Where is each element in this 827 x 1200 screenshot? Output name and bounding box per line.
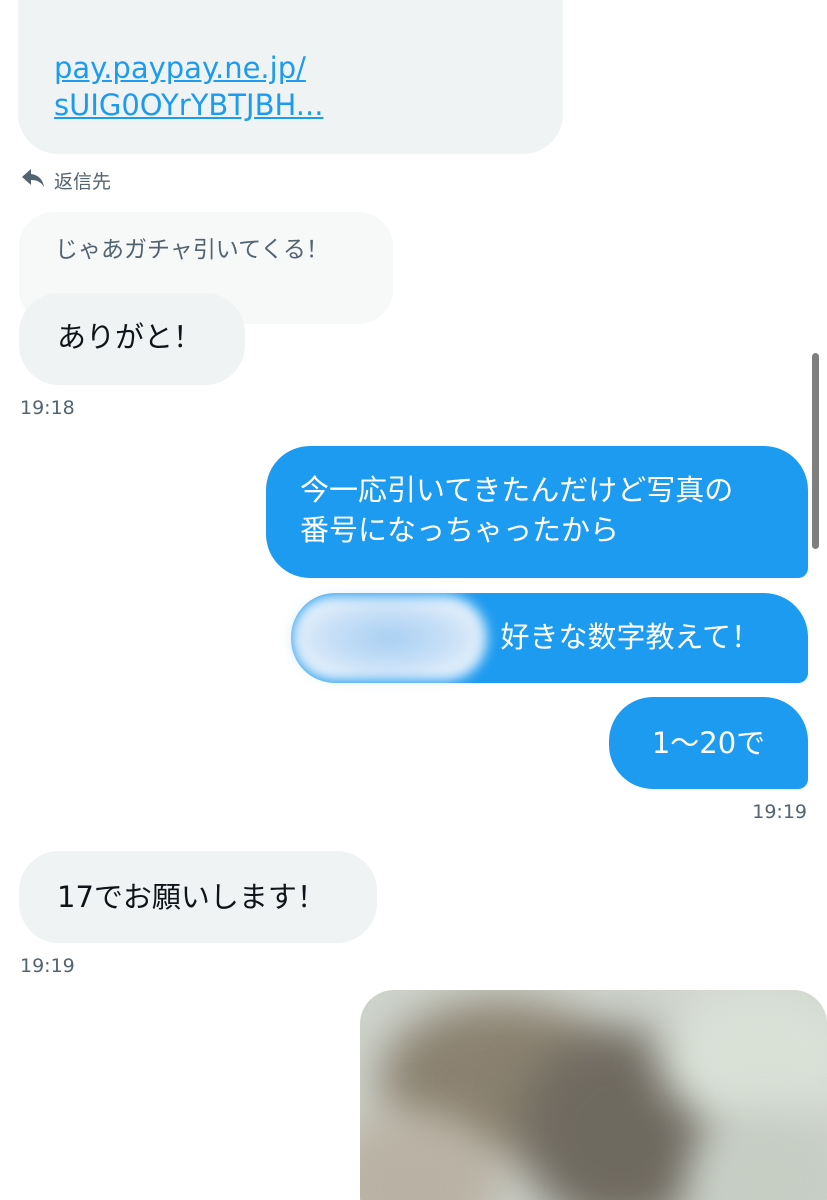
reply-label: 返信先 (54, 170, 112, 193)
outgoing-message-bubble[interactable]: 好きな数字教えて！ (291, 593, 808, 683)
incoming-message-bubble[interactable]: ありがと！ (19, 293, 245, 385)
blurred-photo-attachment[interactable] (360, 990, 827, 1200)
incoming-message-bubble[interactable]: 17でお願いします！ (19, 851, 377, 943)
message-text-line: 今一応引いてきたんだけど写真の (300, 473, 734, 507)
message-timestamp: 19:19 (752, 801, 807, 823)
message-text-line: 番号になっちゃったから (300, 513, 620, 547)
paypay-link-line1[interactable]: pay.paypay.ne.jp/ (54, 50, 527, 87)
message-text: 1〜20で (651, 726, 766, 760)
message-text: 好きな数字教えて！ (500, 620, 760, 654)
message-text: ありがと！ (57, 320, 203, 354)
outgoing-message-bubble[interactable]: 1〜20で (609, 697, 808, 789)
link-message-bubble: pay.paypay.ne.jp/ sUIG0OYrYBTJBH... (18, 0, 563, 154)
outgoing-message-bubble[interactable]: 今一応引いてきたんだけど写真の 番号になっちゃったから (266, 446, 808, 578)
message-text: 17でお願いします！ (57, 880, 326, 914)
scrollbar[interactable] (812, 353, 819, 549)
message-timestamp: 19:18 (20, 397, 75, 419)
paypay-link-line2[interactable]: sUIG0OYrYBTJBH... (54, 87, 527, 124)
reply-arrow-icon (20, 167, 46, 194)
dm-conversation: pay.paypay.ne.jp/ sUIG0OYrYBTJBH... 返信先 … (0, 0, 827, 1200)
reply-indicator[interactable]: 返信先 (20, 165, 111, 195)
message-timestamp: 19:19 (20, 955, 75, 977)
redacted-blur (291, 595, 487, 681)
